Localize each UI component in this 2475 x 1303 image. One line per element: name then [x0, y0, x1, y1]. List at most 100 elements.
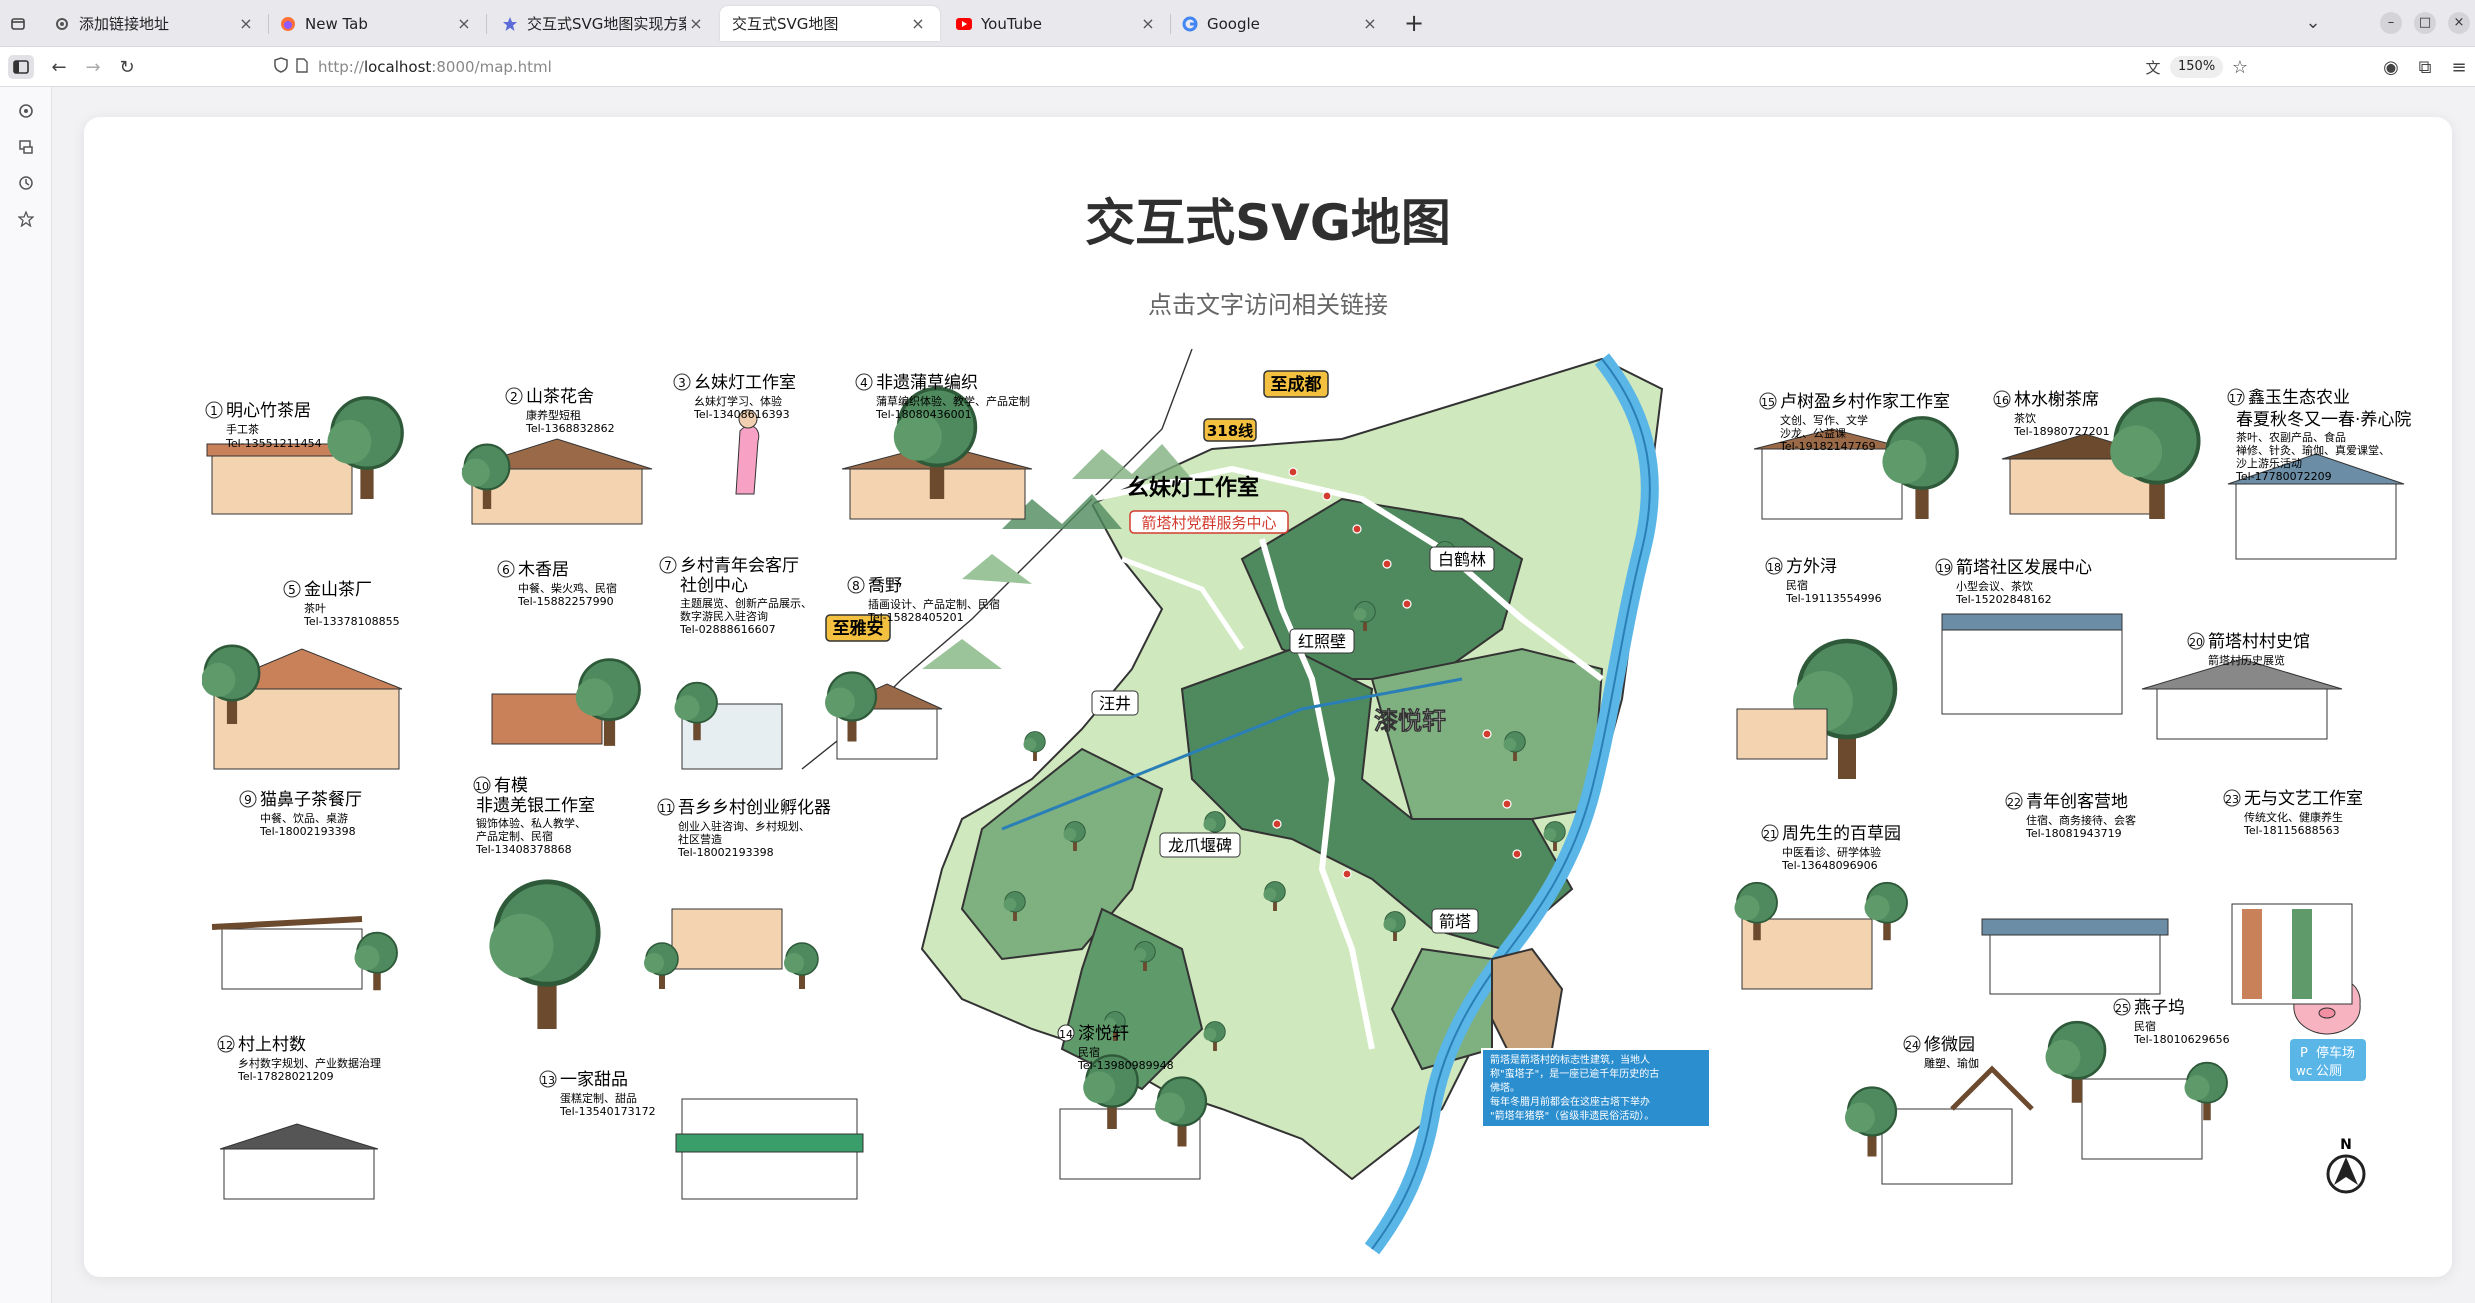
tab-list-chevron-icon[interactable]: ⌄ [2300, 10, 2326, 34]
place-20[interactable]: 20 箭塔村村史馆 箭塔村历史展览 [2187, 632, 2310, 667]
maximize-button[interactable]: □ [2414, 12, 2436, 34]
place-name[interactable]: 幺妹灯工作室 [694, 373, 796, 393]
account-icon[interactable]: ◉ [2378, 55, 2404, 79]
baihelin-label[interactable]: 白鹤林 [1438, 550, 1486, 569]
place-name-2[interactable]: 春夏秋冬又一春·养心院 [2236, 410, 2411, 430]
place-num: 13 [541, 1074, 555, 1087]
party-center-label[interactable]: 箭塔村党群服务中心 [1141, 514, 1276, 532]
place-name[interactable]: 喬野 [868, 576, 902, 596]
tab-svg-plan[interactable]: 交互式SVG地图实现方案 · × [490, 6, 718, 41]
longzhua-label[interactable]: 龙爪堰碑 [1168, 836, 1232, 855]
place-name[interactable]: 林水榭茶席 [2014, 390, 2099, 410]
tab-overview-button[interactable] [6, 12, 30, 36]
place-name[interactable]: 村上村数 [238, 1035, 306, 1055]
tab-google[interactable]: Google × [1170, 6, 1392, 41]
place-24[interactable]: 24 修微园 雕塑、瑜伽 [1903, 1035, 1979, 1070]
place-12[interactable]: 12 村上村数 乡村数字规划、产业数据治理 Tel-17828021209 [217, 1035, 381, 1083]
sidebar-toggle-icon[interactable] [8, 55, 34, 79]
place-name[interactable]: 猫鼻子茶餐厅 [260, 790, 362, 810]
place-name[interactable]: 吾乡乡村创业孵化器 [678, 798, 831, 818]
parking-label: 停车场 [2316, 1045, 2355, 1061]
place-22[interactable]: 22 青年创客营地 住宿、商务接待、会客 Tel-18081943719 [2005, 792, 2136, 840]
place-6[interactable]: 6 木香居 中餐、柴火鸡、民宿 Tel-15882257990 [497, 560, 617, 608]
close-icon[interactable]: × [1138, 14, 1158, 33]
zoom-level[interactable]: 150% [2170, 56, 2224, 78]
place-11[interactable]: 11 吾乡乡村创业孵化器 创业入驻咨询、乡村规划、 社区营造 Tel-18002… [657, 798, 831, 859]
place-7[interactable]: 7 乡村青年会客厅 社创中心 主题展览、创新产品展示、 数字游民入驻咨询 Tel… [659, 556, 812, 636]
tab-new-tab[interactable]: New Tab × [268, 6, 486, 41]
hongzhaobi-label[interactable]: 红照壁 [1298, 632, 1346, 651]
synced-tabs-icon[interactable] [14, 135, 38, 159]
bookmarks-icon[interactable] [14, 207, 38, 231]
place-21[interactable]: 21 周先生的百草园 中医看诊、研学体验 Tel-13648096906 [1761, 824, 1901, 872]
tab-youtube[interactable]: YouTube × [944, 6, 1170, 41]
place-25[interactable]: 25 燕子坞 民宿 Tel-18010629656 [2113, 998, 2230, 1046]
place-23[interactable]: 23 无与文艺工作室 传统文化、健康养生 Tel-18115688563 [2223, 789, 2363, 837]
to-chengdu-label[interactable]: 至成都 [1271, 374, 1322, 395]
place-4[interactable]: 4 非遗蒲草编织 蒲草编织体验、教学、产品定制 Tel-18080436001 [855, 373, 1030, 421]
place-18[interactable]: 18 方外浔 民宿 Tel-19113554996 [1765, 557, 1882, 605]
place-name-2[interactable]: 社创中心 [680, 576, 748, 596]
yaomei-map-label[interactable]: 幺妹灯工作室 [1127, 475, 1259, 501]
close-icon[interactable]: × [1360, 14, 1380, 33]
tab-add-link[interactable]: 添加链接地址 × [42, 6, 268, 41]
close-window-button[interactable]: × [2448, 12, 2470, 34]
google-icon [1182, 16, 1198, 32]
place-name[interactable]: 修微园 [1924, 1035, 1975, 1055]
tab-svg-map[interactable]: 交互式SVG地图 × [720, 6, 940, 41]
place-desc: 传统文化、健康养生 [2244, 810, 2343, 824]
place-name[interactable]: 一家甜品 [560, 1070, 628, 1090]
place-name[interactable]: 金山茶厂 [304, 580, 372, 600]
ai-chat-icon[interactable] [14, 99, 38, 123]
new-tab-button[interactable]: + [1400, 10, 1428, 38]
url-bar[interactable]: http://localhost:8000/map.html [262, 52, 2247, 82]
place-2[interactable]: 2 山茶花舍 康养型短租 Tel-1368832862 [505, 387, 615, 435]
place-tel: Tel-15202848162 [1955, 593, 2052, 606]
place-name[interactable]: 青年创客营地 [2026, 792, 2128, 812]
place-name[interactable]: 山茶花舍 [526, 387, 594, 407]
note-line: 每年冬腊月前都会在这座古塔下举办 [1490, 1095, 1650, 1108]
place-name[interactable]: 方外浔 [1786, 557, 1837, 577]
route-318-label[interactable]: 318线 [1207, 422, 1253, 440]
place-10[interactable]: 10 有模 非遗羌银工作室 锻饰体验、私人教学、 产品定制、民宿 Tel-134… [473, 776, 595, 856]
jianta-label[interactable]: 箭塔 [1439, 912, 1471, 931]
place-16[interactable]: 16 林水榭茶席 茶饮 Tel-18980727201 [1993, 390, 2110, 438]
close-icon[interactable]: × [236, 14, 256, 33]
place-3[interactable]: 3 幺妹灯工作室 幺妹灯学习、体验 Tel-13408616393 [673, 373, 796, 421]
close-icon[interactable]: × [686, 14, 706, 33]
translate-icon[interactable]: 文 [2140, 55, 2166, 79]
place-name[interactable]: 有模 [494, 776, 528, 796]
place-name[interactable]: 非遗蒲草编织 [876, 373, 978, 393]
wangjing-label[interactable]: 汪井 [1099, 694, 1131, 713]
place-name[interactable]: 无与文艺工作室 [2244, 789, 2363, 809]
place-name[interactable]: 漆悦轩 [1078, 1024, 1129, 1044]
place-name[interactable]: 乡村青年会客厅 [680, 556, 799, 576]
place-num: 21 [1763, 828, 1777, 841]
place-name[interactable]: 燕子坞 [2134, 998, 2185, 1018]
extensions-icon[interactable]: ⧉ [2412, 55, 2438, 79]
place-name[interactable]: 卢树盈乡村作家工作室 [1780, 392, 1950, 412]
back-icon[interactable]: ← [46, 55, 72, 79]
place-name[interactable]: 明心竹茶居 [226, 401, 311, 421]
place-name[interactable]: 周先生的百草园 [1782, 824, 1901, 844]
bookmark-star-icon[interactable]: ☆ [2227, 55, 2253, 79]
minimize-button[interactable]: – [2380, 12, 2402, 34]
close-icon[interactable]: × [908, 14, 928, 33]
note-line: "箭塔年猪祭"（省级非遗民俗活动）。 [1490, 1109, 1654, 1122]
place-name[interactable]: 木香居 [518, 560, 569, 580]
forward-icon[interactable]: → [80, 55, 106, 79]
place-13[interactable]: 13 一家甜品 蛋糕定制、甜品 Tel-13540173172 [539, 1070, 656, 1118]
place-19[interactable]: 19 箭塔社区发展中心 小型会议、茶饮 Tel-15202848162 [1935, 558, 2092, 606]
place-1[interactable]: 1 明心竹茶居 手工茶 Tel-13551211454 [205, 401, 322, 450]
qiyuexuan-map-label[interactable]: 漆悦轩 [1374, 707, 1447, 736]
reload-icon[interactable]: ↻ [114, 55, 140, 79]
place-9[interactable]: 9 猫鼻子茶餐厅 中餐、饮品、桌游 Tel-18002193398 [239, 790, 362, 838]
place-name[interactable]: 箭塔村村史馆 [2208, 632, 2310, 652]
place-name[interactable]: 箭塔社区发展中心 [1956, 558, 2092, 578]
history-icon[interactable] [14, 171, 38, 195]
place-name[interactable]: 鑫玉生态农业 [2248, 388, 2350, 408]
menu-icon[interactable]: ≡ [2446, 55, 2472, 79]
place-name-2[interactable]: 非遗羌银工作室 [476, 796, 595, 816]
place-5[interactable]: 5 金山茶厂 茶叶 Tel-13378108855 [283, 580, 400, 628]
close-icon[interactable]: × [454, 14, 474, 33]
